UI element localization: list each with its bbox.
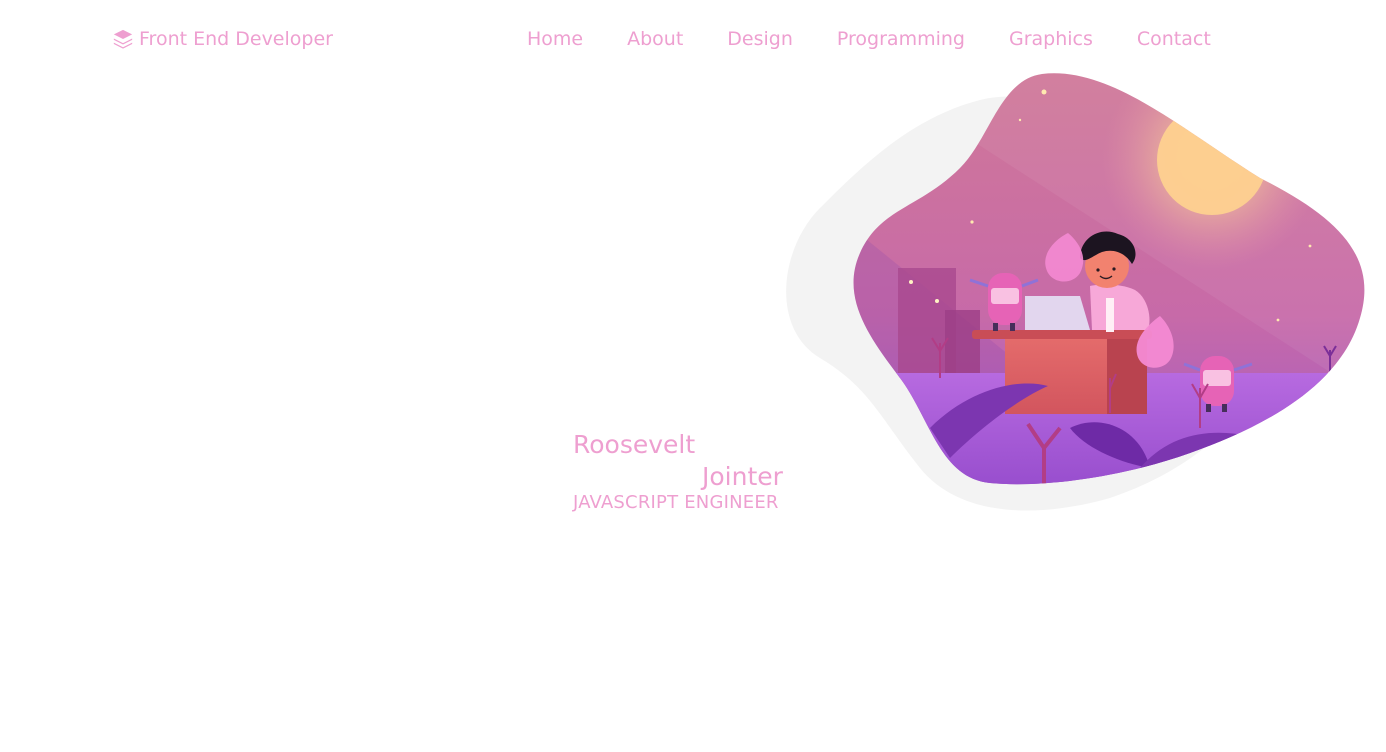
hero-role: JAVASCRIPT ENGINEER [573, 492, 779, 513]
nav-graphics[interactable]: Graphics [1009, 28, 1093, 50]
page: Front End Developer Home About Design Pr… [0, 0, 1386, 752]
hero-first-name: Roosevelt [573, 430, 696, 459]
brand-label: Front End Developer [139, 28, 333, 50]
nav-programming[interactable]: Programming [837, 28, 965, 50]
nav-design[interactable]: Design [727, 28, 793, 50]
main-nav: Home About Design Programming Graphics C… [527, 28, 1211, 50]
hero-last-name: Jointer [702, 462, 783, 491]
nav-home[interactable]: Home [527, 28, 583, 50]
nav-contact[interactable]: Contact [1137, 28, 1211, 50]
layers-icon [112, 28, 134, 50]
nav-about[interactable]: About [627, 28, 683, 50]
brand-link[interactable]: Front End Developer [112, 28, 333, 50]
developer-at-desk-illustration [786, 73, 1365, 511]
